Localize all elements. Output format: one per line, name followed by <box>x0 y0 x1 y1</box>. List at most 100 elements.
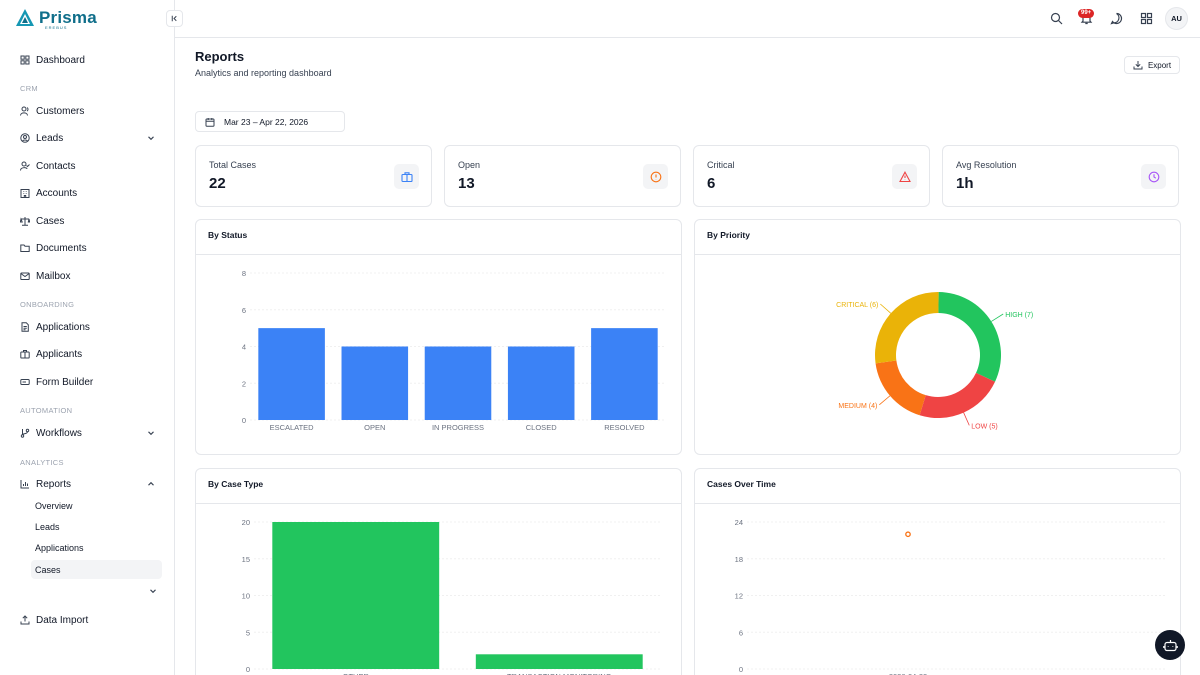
sidebar-subitem-applications[interactable]: Applications <box>31 538 162 557</box>
date-range-label: Mar 23 – Apr 22, 2026 <box>224 116 309 127</box>
sidebar: Prisma EREBUS Dashboard CRM Customers Le… <box>0 0 175 675</box>
collapse-left-icon <box>171 15 177 22</box>
bot-icon <box>1162 639 1178 651</box>
stat-value: 22 <box>209 175 226 192</box>
chevron-down-icon[interactable] <box>148 586 158 596</box>
file-text-icon <box>21 322 29 332</box>
upload-icon <box>20 615 30 625</box>
y-tick-label: 8 <box>242 269 246 278</box>
chart-card-by-priority: By Priority HIGH (7) LOW (5) MEDIUM (4) CRI… <box>694 219 1181 455</box>
stat-icon-box <box>394 164 419 189</box>
section-crm: CRM <box>20 84 38 93</box>
sidebar-subitem-cases[interactable]: Cases <box>31 560 162 579</box>
sidebar-item-applicants[interactable]: Applicants <box>20 344 162 364</box>
sidebar-item-label: Form Builder <box>36 376 94 388</box>
y-tick-label: 24 <box>735 518 743 527</box>
collapse-sidebar-button[interactable] <box>166 10 183 27</box>
sidebar-item-data-import[interactable]: Data Import <box>20 610 162 630</box>
clock-icon <box>1148 171 1159 182</box>
section-analytics: ANALYTICS <box>20 458 64 467</box>
sidebar-item-form-builder[interactable]: Form Builder <box>20 372 162 392</box>
user-circle-icon <box>20 133 30 143</box>
stat-label: Critical <box>707 160 735 170</box>
stat-card-avg-resolution: Avg Resolution 1h <box>942 145 1179 207</box>
chart-card-by-status: By Status 0 2 4 6 8 ESCALATED OPEN IN PROGRESS C… <box>195 219 682 455</box>
stat-icon-box <box>892 164 917 189</box>
bar <box>424 346 492 420</box>
sidebar-item-label: Mailbox <box>36 270 71 282</box>
chevron-up-icon[interactable] <box>146 479 156 489</box>
donut-slice <box>919 372 996 418</box>
sidebar-item-label: Leads <box>36 132 64 144</box>
y-tick-label: 15 <box>242 555 250 564</box>
y-tick-label: 6 <box>242 306 246 315</box>
search-icon[interactable] <box>1050 12 1063 25</box>
sidebar-subitem-leads[interactable]: Leads <box>31 517 162 536</box>
donut-slice <box>875 360 926 416</box>
sidebar-item-label: Documents <box>36 242 87 254</box>
mail-icon <box>20 272 30 280</box>
sidebar-item-accounts[interactable]: Accounts <box>20 183 162 203</box>
dashboard-icon <box>20 55 30 65</box>
y-tick-label: 20 <box>242 518 250 527</box>
y-tick-label: 10 <box>242 592 250 601</box>
bar <box>258 328 325 420</box>
stat-value: 13 <box>458 175 475 192</box>
stat-icon-box <box>643 164 668 189</box>
x-tick-label: CLOSED <box>526 423 557 432</box>
sidebar-item-cases[interactable]: Cases <box>20 211 162 231</box>
slice-label: MEDIUM (4) <box>838 403 877 410</box>
data-point <box>905 531 911 538</box>
sidebar-item-workflows[interactable]: Workflows <box>20 423 162 443</box>
sidebar-item-customers[interactable]: Customers <box>20 101 162 121</box>
scale-icon <box>20 217 30 226</box>
sidebar-item-documents[interactable]: Documents <box>20 238 162 258</box>
y-tick-label: 4 <box>242 343 246 352</box>
bar <box>341 346 409 420</box>
stat-value: 6 <box>707 175 716 192</box>
bar <box>591 328 658 420</box>
sidebar-item-label: Dashboard <box>36 54 85 66</box>
user-avatar[interactable]: AU <box>1165 7 1188 30</box>
assistant-button[interactable] <box>1155 630 1185 660</box>
page-subtitle: Analytics and reporting dashboard <box>195 68 332 78</box>
sidebar-item-reports[interactable]: Reports <box>20 474 162 494</box>
export-label: Export <box>1147 60 1172 70</box>
briefcase-icon <box>20 350 30 359</box>
message-icon[interactable] <box>1110 12 1123 25</box>
calendar-icon <box>205 117 215 127</box>
sidebar-item-applications[interactable]: Applications <box>20 317 162 337</box>
stat-label: Total Cases <box>209 160 257 170</box>
date-range-picker[interactable]: Mar 23 – Apr 22, 2026 <box>195 111 345 132</box>
briefcase-icon <box>400 171 413 182</box>
sidebar-item-label: Cases <box>36 215 65 227</box>
prisma-logo-icon <box>16 9 34 26</box>
sidebar-item-label: Applicants <box>36 348 83 360</box>
section-automation: AUTOMATION <box>20 406 73 415</box>
app-root: Prisma EREBUS Dashboard CRM Customers Le… <box>0 0 1200 675</box>
apps-grid-icon[interactable] <box>1140 12 1153 25</box>
y-tick-label: 0 <box>246 665 250 674</box>
bar-chart-icon <box>20 480 29 489</box>
sidebar-subitem-overview[interactable]: Overview <box>31 496 162 515</box>
sidebar-item-contacts[interactable]: Contacts <box>20 156 162 176</box>
sidebar-item-mailbox[interactable]: Mailbox <box>20 266 162 286</box>
building-icon <box>20 189 30 198</box>
alert-triangle-icon <box>898 170 911 182</box>
y-tick-label: 0 <box>739 665 743 674</box>
sidebar-item-label: Accounts <box>36 187 78 199</box>
sidebar-item-dashboard[interactable]: Dashboard <box>20 50 162 70</box>
chevron-down-icon[interactable] <box>146 133 156 143</box>
y-tick-label: 5 <box>246 628 250 637</box>
sidebar-item-leads[interactable]: Leads <box>20 128 162 148</box>
chevron-down-icon[interactable] <box>146 428 156 438</box>
x-tick-label: RESOLVED <box>604 423 645 432</box>
y-tick-label: 6 <box>739 628 743 637</box>
stat-card-critical: Critical 6 <box>693 145 930 207</box>
y-tick-label: 18 <box>735 555 743 564</box>
sidebar-item-label: Applications <box>36 321 90 333</box>
export-button[interactable]: Export <box>1124 56 1180 74</box>
sidebar-item-label: Customers <box>36 105 85 117</box>
slice-leader-line <box>963 412 970 426</box>
priority-donut-chart: HIGH (7) LOW (5) MEDIUM (4) CRITICAL (6) <box>836 292 1033 430</box>
